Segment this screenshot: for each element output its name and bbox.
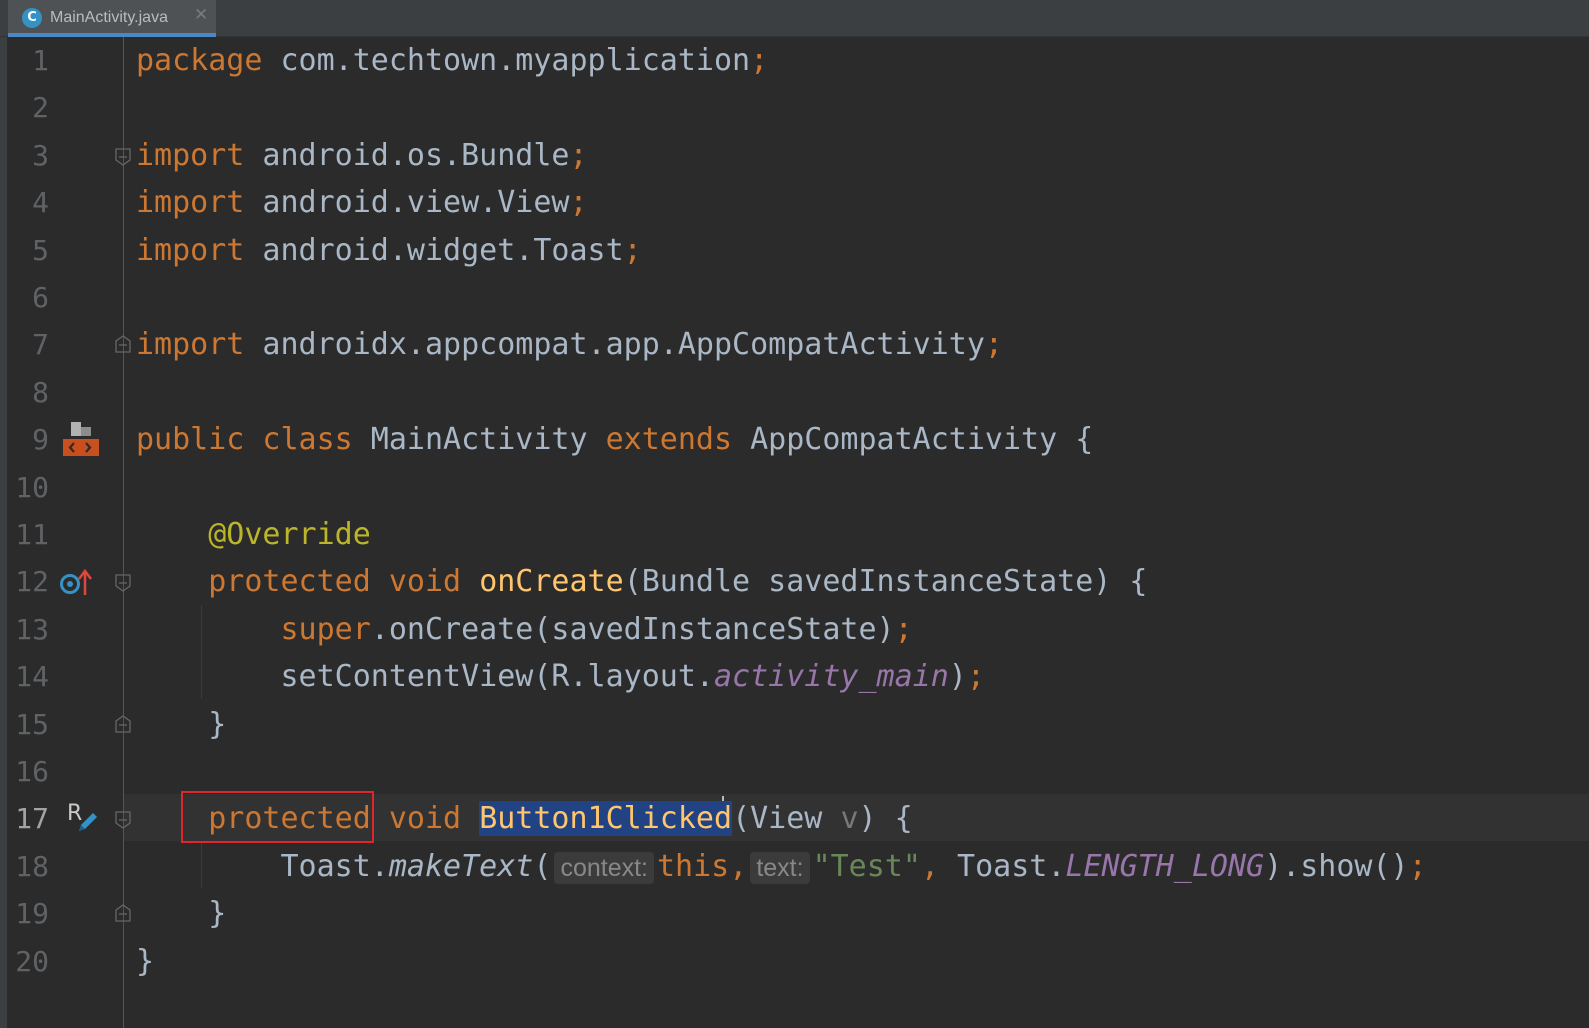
selected-method-name[interactable]: Button1Clicked [479, 801, 733, 837]
line-number: 8 [32, 375, 49, 409]
keyword: public class [136, 422, 353, 458]
keyword: extends [605, 422, 733, 458]
keyword: protected void [208, 564, 462, 600]
code-line: 11 @Override [7, 511, 1589, 558]
keyword: import [136, 327, 245, 363]
code-line: 2 [7, 84, 1589, 131]
code-line: 15 } [7, 701, 1589, 748]
punctuation: ; [984, 327, 1003, 363]
line-number: 18 [15, 849, 49, 883]
punctuation: ; [1408, 848, 1427, 884]
identifier: android.view.View [244, 185, 570, 221]
parameter-type: (View [732, 801, 841, 837]
punctuation: ; [569, 185, 588, 221]
tab-label: MainActivity.java [50, 9, 168, 26]
identifier: setContentView(R.layout. [280, 659, 714, 695]
line-number: 12 [15, 565, 49, 599]
static-method: makeText [388, 848, 534, 884]
code-line: 6 [7, 274, 1589, 321]
punctuation: ; [750, 43, 769, 78]
line-number: 15 [15, 707, 49, 741]
left-tool-strip [0, 0, 7, 1028]
line-number: 13 [15, 612, 49, 646]
method-name: onCreate [479, 564, 624, 600]
static-field: activity_main [713, 659, 949, 695]
code-line: 8 [7, 369, 1589, 416]
class-name: MainActivity [352, 422, 606, 458]
java-class-icon: C [22, 8, 42, 28]
code-line: 3 import android.os.Bundle; [7, 132, 1589, 179]
string-literal: "Test" [812, 848, 921, 884]
code-line: 19 } [7, 890, 1589, 937]
line-number: 1 [32, 44, 49, 77]
keyword: import [136, 185, 245, 221]
keyword: this, [657, 848, 748, 884]
keyword: super [280, 611, 371, 647]
line-number: 9 [32, 423, 49, 457]
identifier: Toast. [280, 848, 389, 884]
identifier: androidx.appcompat.app.AppCompatActivity [244, 327, 985, 363]
editor-tab-bar: C MainActivity.java ✕ [0, 0, 1589, 37]
parameter-hint-text: text: [750, 851, 810, 884]
code-line: 7 import androidx.appcompat.app.AppCompa… [7, 321, 1589, 368]
punctuation: ; [569, 137, 588, 173]
code-line: 20 } [7, 938, 1589, 985]
line-number: 7 [32, 328, 49, 362]
parameter-hint-context: context: [554, 851, 654, 884]
brace: } [136, 706, 227, 742]
brace: } [136, 896, 227, 932]
annotation: @Override [208, 517, 371, 552]
punctuation: ; [894, 611, 913, 647]
parameters: (Bundle savedInstanceState) { [623, 564, 1148, 600]
punctuation: , [920, 848, 939, 884]
code-line: 10 [7, 464, 1589, 511]
line-number: 20 [15, 944, 49, 978]
unused-parameter: v [840, 801, 859, 837]
line-number: 11 [15, 518, 49, 551]
code-line: 16 [7, 748, 1589, 795]
tab-mainactivity[interactable]: C MainActivity.java ✕ [8, 0, 216, 37]
code-line: 9 public class MainActivity extends AppC… [7, 416, 1589, 463]
identifier: AppCompatActivity { [732, 422, 1094, 458]
identifier: com.techtown.myapplication [262, 43, 751, 78]
line-number: 10 [15, 470, 49, 504]
keyword: package [136, 43, 263, 78]
line-number: 5 [32, 233, 49, 267]
punctuation: ; [623, 232, 642, 268]
punctuation: ; [966, 659, 985, 695]
line-number: 19 [15, 897, 49, 931]
code-line: 18 Toast.makeText(context: this, text: "Tes… [7, 843, 1589, 890]
line-number: 4 [32, 186, 49, 220]
line-number: 17 [15, 802, 49, 836]
brace: ) { [858, 801, 913, 837]
code-editor[interactable]: R 1 package com.techtown.myapplication; … [7, 37, 1589, 1028]
line-number: 16 [15, 755, 49, 788]
identifier: .onCreate(savedInstanceState) [370, 611, 895, 647]
close-icon[interactable]: ✕ [194, 5, 208, 25]
static-field: LENGTH_LONG [1065, 848, 1265, 884]
identifier: android.os.Bundle [244, 137, 570, 173]
code-line: 4 import android.view.View; [7, 179, 1589, 226]
code-line-current: 17 protected void Button1Clicked(View v)… [7, 795, 1589, 842]
identifier: Toast. [939, 848, 1066, 884]
code-line: 12 protected void onCreate(Bundle savedI… [7, 558, 1589, 605]
line-number: 14 [15, 660, 49, 694]
code-line: 14 setContentView(R.layout.activity_main… [7, 653, 1589, 700]
code-line: 1 package com.techtown.myapplication; [7, 37, 1589, 84]
line-number: 6 [32, 281, 49, 314]
keyword: void [388, 801, 462, 837]
keyword: import [136, 137, 245, 173]
line-number: 2 [32, 91, 49, 125]
keyword: import [136, 232, 245, 268]
code-line: 5 import android.widget.Toast; [7, 227, 1589, 274]
brace: } [136, 943, 155, 979]
keyword-protected: protected [208, 801, 371, 837]
code-line: 13 super.onCreate(savedInstanceState); [7, 606, 1589, 653]
identifier: android.widget.Toast [244, 232, 624, 268]
line-number: 3 [32, 138, 49, 172]
